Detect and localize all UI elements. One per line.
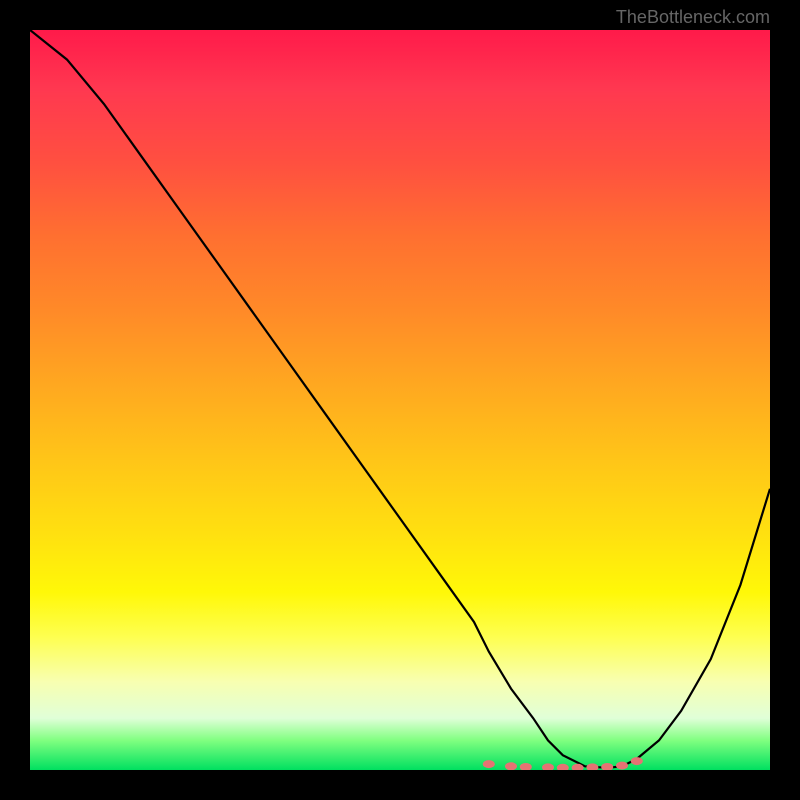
plot-area xyxy=(30,30,770,770)
watermark-text: TheBottleneck.com xyxy=(616,7,770,28)
marker-dot xyxy=(586,763,598,770)
marker-dot xyxy=(483,760,495,768)
chart-container: TheBottleneck.com xyxy=(0,0,800,800)
bottleneck-curve xyxy=(30,30,770,768)
chart-svg xyxy=(30,30,770,770)
marker-dot xyxy=(601,763,613,770)
marker-dot xyxy=(542,763,554,770)
highlight-dots xyxy=(483,757,643,770)
marker-dot xyxy=(616,762,628,770)
marker-dot xyxy=(631,757,643,765)
marker-dot xyxy=(520,763,532,770)
marker-dot xyxy=(505,762,517,770)
marker-dot xyxy=(557,764,569,770)
